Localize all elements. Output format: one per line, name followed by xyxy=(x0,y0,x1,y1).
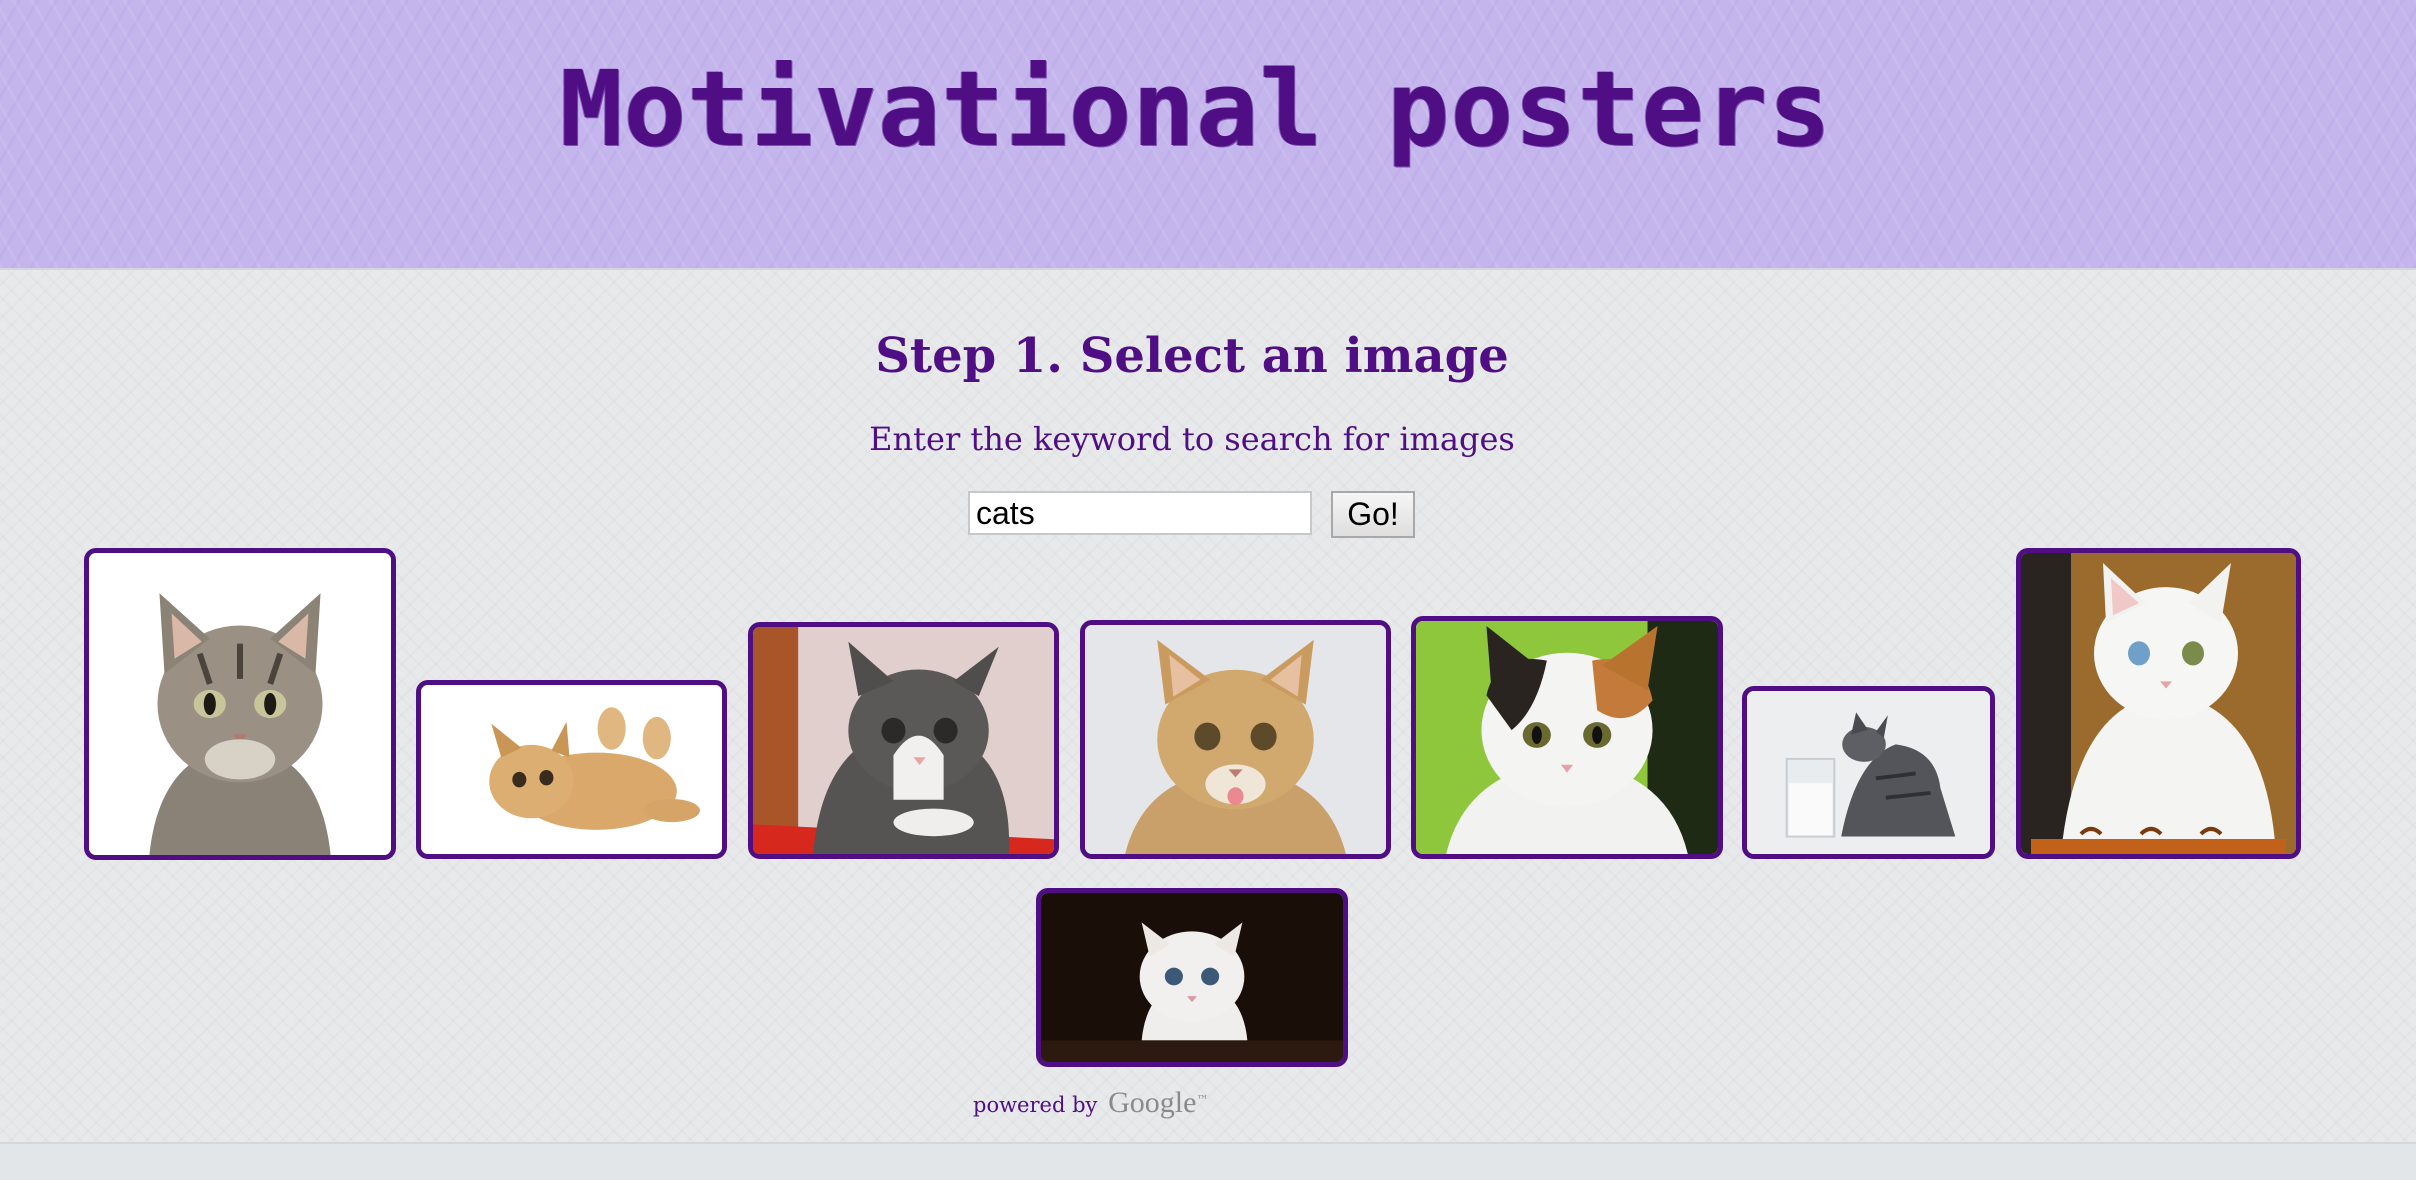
kitten-milk-image xyxy=(1747,691,1990,854)
image-result-5[interactable] xyxy=(1411,616,1723,859)
orange-kitten-image xyxy=(421,685,722,854)
image-result-7[interactable] xyxy=(2016,548,2301,859)
footer-bar xyxy=(0,1142,2416,1180)
tabby-kitten-image xyxy=(89,553,391,855)
fluffy-kitten-image xyxy=(1041,893,1343,1062)
image-result-1[interactable] xyxy=(84,548,396,860)
go-button[interactable]: Go! xyxy=(1331,491,1415,538)
image-result-3[interactable] xyxy=(748,622,1059,859)
image-result-2[interactable] xyxy=(416,680,727,859)
google-attribution: powered by Google™ xyxy=(973,1080,1208,1125)
step-heading: Step 1. Select an image xyxy=(875,328,1509,384)
attribution-prefix: powered by xyxy=(973,1093,1098,1117)
search-instructions: Enter the keyword to search for images xyxy=(869,420,1515,458)
white-kitten-image xyxy=(2021,553,2296,854)
search-input[interactable] xyxy=(968,491,1312,535)
header: Motivational posters xyxy=(0,0,2416,270)
google-logo: Google xyxy=(1108,1086,1197,1119)
image-result-4[interactable] xyxy=(1080,620,1391,859)
site-title: Motivational posters xyxy=(559,48,1833,170)
trademark-symbol: ™ xyxy=(1196,1093,1209,1107)
image-result-6[interactable] xyxy=(1742,686,1995,859)
ginger-kitten-image xyxy=(1085,625,1386,854)
grey-kitten-image xyxy=(753,627,1054,854)
image-result-8[interactable] xyxy=(1036,888,1348,1067)
calico-kitten-image xyxy=(1416,621,1718,854)
